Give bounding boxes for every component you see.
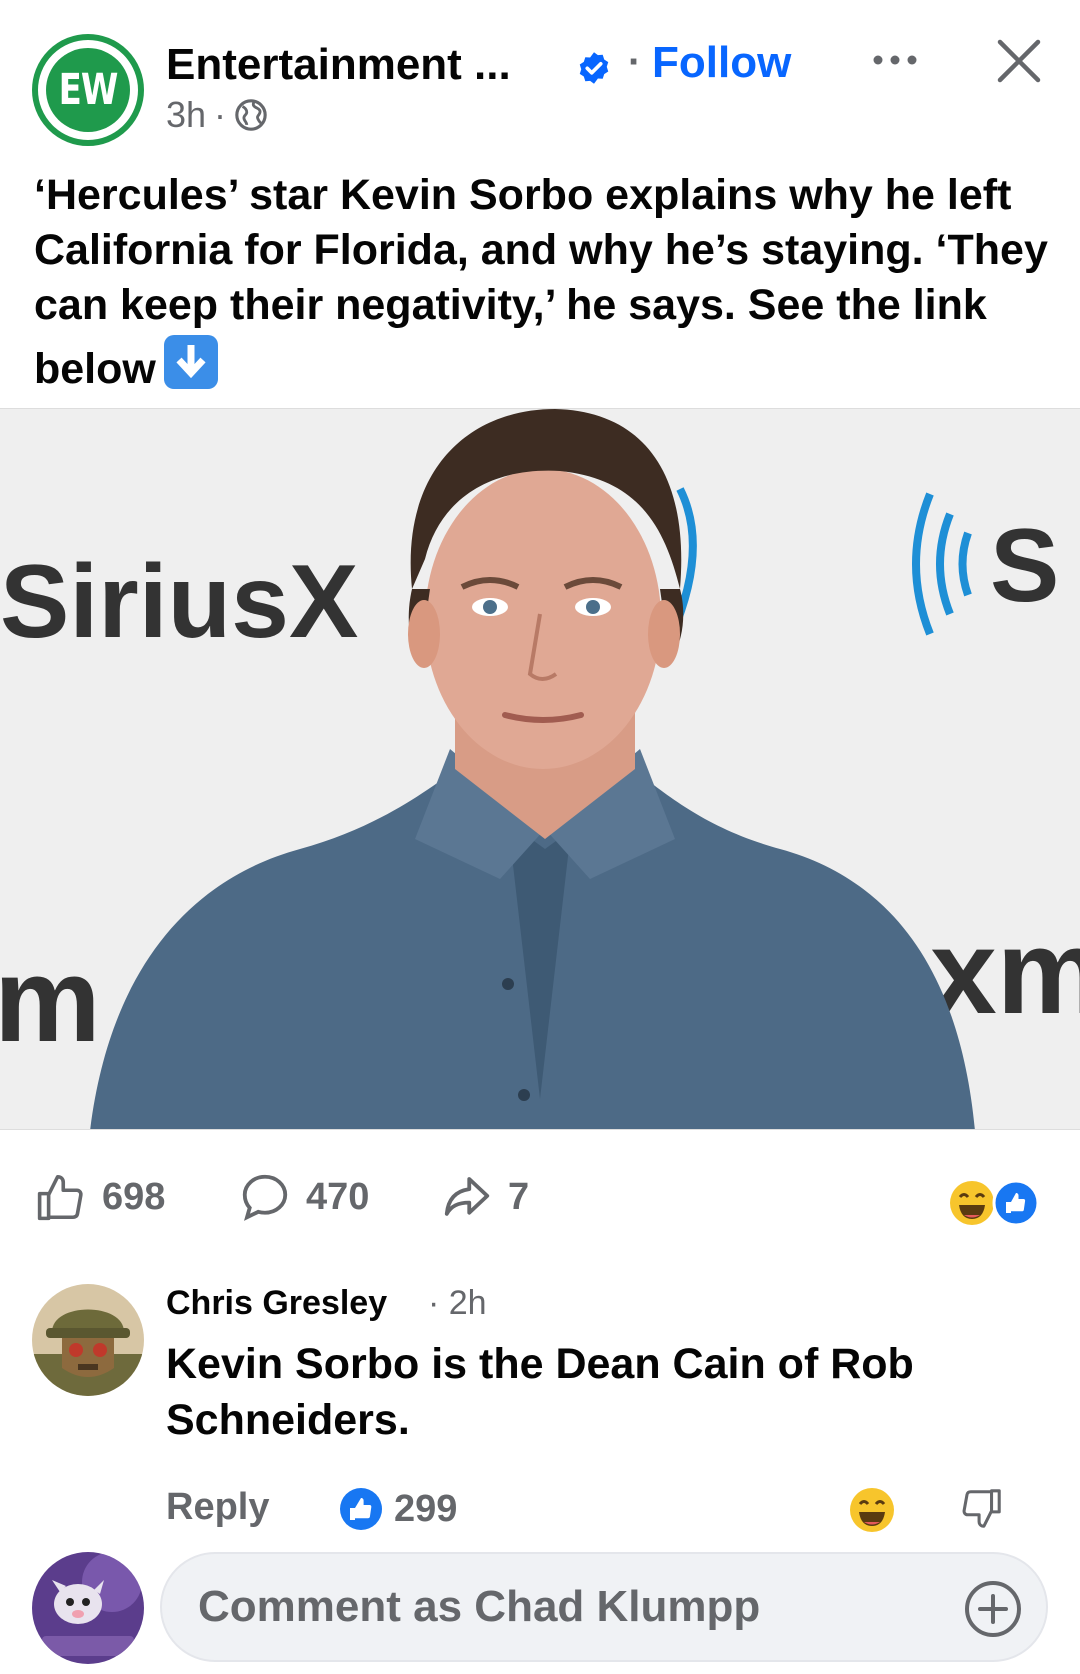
down-arrow-emoji-icon <box>163 335 218 389</box>
signage-right-top: S <box>990 508 1059 624</box>
comment-time[interactable]: · 2h <box>428 1284 487 1323</box>
reactions-summary[interactable] <box>946 1178 1046 1228</box>
signage-left-bottom: m <box>0 933 101 1067</box>
page-avatar-text: EW <box>58 65 119 115</box>
follow-button[interactable]: Follow <box>652 38 791 88</box>
comment-author[interactable]: Chris Gresley <box>166 1284 387 1323</box>
more-icon[interactable] <box>870 50 920 70</box>
post-meta: 3h · <box>166 94 268 136</box>
like-reaction-icon <box>340 1488 382 1530</box>
signage-right-bottom: xm <box>930 905 1080 1039</box>
page-name[interactable]: Entertainment ... <box>166 40 511 90</box>
comment-input-placeholder: Comment as Chad Klumpp <box>198 1582 761 1631</box>
haha-reaction-icon[interactable] <box>848 1486 896 1534</box>
comment-like-count: 299 <box>394 1487 458 1530</box>
page-avatar[interactable]: EW <box>32 34 144 146</box>
page-avatar-logo: EW <box>46 48 130 132</box>
commenter-avatar[interactable] <box>32 1284 144 1396</box>
reply-button[interactable]: Reply <box>166 1486 269 1529</box>
like-count: 698 <box>102 1175 166 1218</box>
post-header: EW Entertainment ... · Follow 3h · <box>0 0 1080 146</box>
comment-icon <box>242 1174 288 1221</box>
comment-text: Kevin Sorbo is the Dean Cain of Rob Schn… <box>166 1340 914 1444</box>
globe-icon <box>235 99 267 131</box>
haha-reaction-icon <box>950 1181 994 1225</box>
share-icon <box>444 1177 490 1216</box>
close-icon[interactable] <box>996 38 1042 84</box>
signage-left: SiriusX <box>0 544 358 660</box>
comment-button[interactable]: 470 <box>238 1170 369 1224</box>
photo-illustration: SiriusX S m xm <box>0 409 1080 1129</box>
like-button[interactable]: 698 <box>34 1170 165 1224</box>
post-photo[interactable]: SiriusX S m xm <box>0 408 1080 1130</box>
meta-separator: · <box>214 94 227 135</box>
comment-count: 470 <box>306 1175 370 1218</box>
separator-dot: · <box>628 40 642 84</box>
plus-icon[interactable] <box>964 1580 1022 1638</box>
like-icon <box>37 1174 83 1221</box>
dislike-icon[interactable] <box>958 1486 1004 1532</box>
comment-like-summary[interactable]: 299 <box>338 1486 457 1532</box>
comment-input[interactable]: Comment as Chad Klumpp <box>160 1552 1048 1662</box>
post-caption: ‘Hercules’ star Kevin Sorbo explains why… <box>34 168 1054 397</box>
share-button[interactable]: 7 <box>440 1170 529 1224</box>
share-count: 7 <box>508 1175 530 1218</box>
user-avatar-image <box>32 1552 144 1664</box>
commenter-avatar-image <box>32 1284 144 1396</box>
comment-actions: Reply 299 <box>0 1486 1080 1546</box>
post-stats: 698 470 7 <box>0 1160 1080 1230</box>
post-time[interactable]: 3h <box>166 94 206 136</box>
like-reaction-icon <box>992 1179 1040 1227</box>
verified-badge-icon <box>579 52 609 84</box>
user-avatar[interactable] <box>32 1552 144 1664</box>
